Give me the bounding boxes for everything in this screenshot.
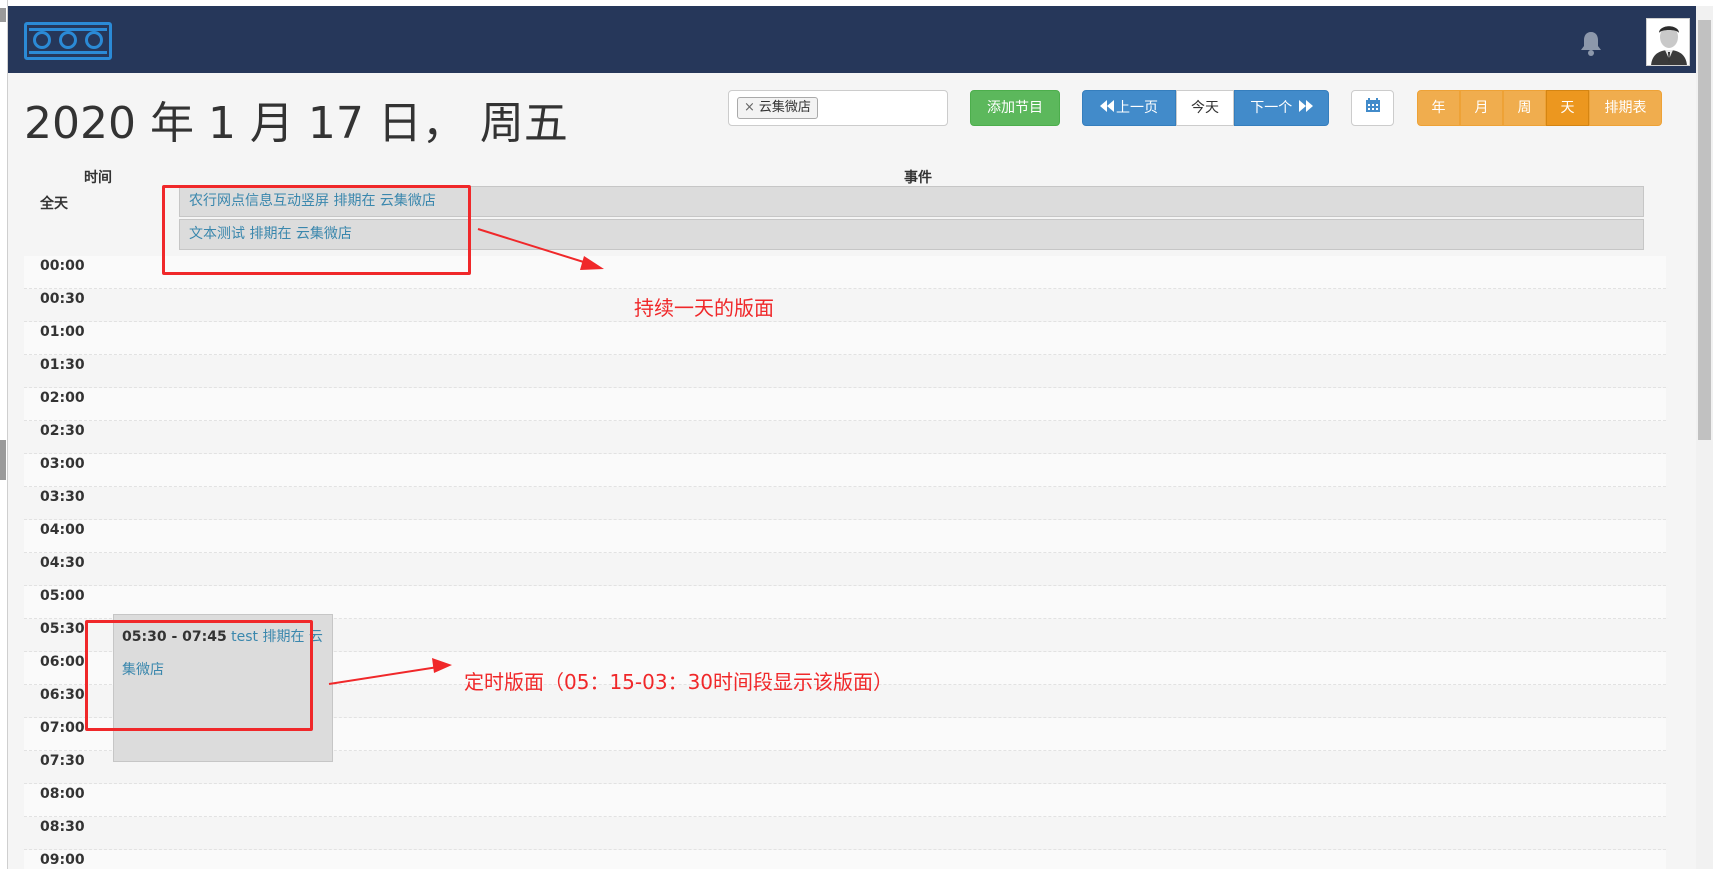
calendar-icon	[1365, 91, 1380, 125]
prev-label: 上一页	[1116, 100, 1158, 116]
time-slot-row[interactable]: 00:30	[24, 289, 1666, 322]
window-edge	[0, 0, 8, 869]
time-slot-label: 07:30	[40, 753, 85, 769]
time-slot-row[interactable]: 03:30	[24, 487, 1666, 520]
timed-highlight-box	[85, 620, 313, 731]
timed-annotation: 定时版面（05：15-03：30时间段显示该版面）	[464, 670, 894, 694]
bell-icon[interactable]	[1579, 30, 1603, 56]
time-slot-label: 04:30	[40, 555, 85, 571]
time-slot-label: 04:00	[40, 522, 85, 538]
time-slot-row[interactable]: 04:00	[24, 520, 1666, 553]
page-title: 2020 年 1 月 17 日， 周五	[24, 98, 568, 149]
vertical-scrollbar[interactable]	[1696, 6, 1713, 869]
time-slot-row[interactable]: 03:00	[24, 454, 1666, 487]
time-slot-row[interactable]: 02:00	[24, 388, 1666, 421]
time-slot-label: 01:30	[40, 357, 85, 373]
calendar-picker-button[interactable]	[1351, 90, 1394, 126]
today-button[interactable]: 今天	[1176, 90, 1234, 126]
next-label: 下一个	[1250, 100, 1293, 116]
events-column-header: 事件	[904, 170, 932, 186]
allday-highlight-box	[162, 185, 471, 275]
time-slot-label: 06:30	[40, 687, 85, 703]
time-slot-label: 09:00	[40, 852, 85, 868]
time-slot-label: 05:00	[40, 588, 85, 604]
time-slot-label: 02:30	[40, 423, 85, 439]
date-nav-group: 上一页 今天 下一个	[1082, 90, 1329, 126]
time-slot-row[interactable]: 08:30	[24, 817, 1666, 850]
prev-button[interactable]: 上一页	[1082, 90, 1176, 126]
view-switcher: 年 月 周 天 排期表	[1417, 90, 1662, 126]
time-slot-label: 08:00	[40, 786, 85, 802]
view-year-button[interactable]: 年	[1417, 90, 1460, 126]
filter-chip[interactable]: × 云集微店	[737, 97, 818, 119]
time-slot-label: 06:00	[40, 654, 85, 670]
top-navbar	[8, 6, 1696, 73]
time-slot-label: 08:30	[40, 819, 85, 835]
view-schedule-button[interactable]: 排期表	[1589, 90, 1662, 126]
time-column-header: 时间	[84, 170, 112, 186]
time-slot-label: 00:00	[40, 258, 85, 274]
view-day-button[interactable]: 天	[1546, 90, 1589, 126]
time-slot-label: 02:00	[40, 390, 85, 406]
app-window: 2020 年 1 月 17 日， 周五 × 云集微店 添加节目 上一页 今天 下一…	[0, 0, 1713, 869]
time-slot-label: 01:00	[40, 324, 85, 340]
scrollbar-thumb[interactable]	[1698, 20, 1711, 440]
view-week-button[interactable]: 周	[1503, 90, 1546, 126]
double-left-icon	[1100, 91, 1114, 125]
time-slot-row[interactable]: 09:00	[24, 850, 1666, 869]
user-avatar-icon[interactable]	[1646, 18, 1690, 66]
time-slot-label: 07:00	[40, 720, 85, 736]
time-slot-label: 00:30	[40, 291, 85, 307]
time-slot-row[interactable]: 02:30	[24, 421, 1666, 454]
filter-chip-label: 云集微店	[758, 100, 811, 115]
allday-annotation: 持续一天的版面	[634, 296, 774, 320]
time-slot-row[interactable]: 08:00	[24, 784, 1666, 817]
double-right-icon	[1298, 91, 1313, 125]
time-slot-label: 05:30	[40, 621, 85, 637]
time-slot-label: 03:00	[40, 456, 85, 472]
view-month-button[interactable]: 月	[1460, 90, 1503, 126]
chip-remove-icon[interactable]: ×	[744, 100, 755, 115]
allday-label: 全天	[40, 196, 68, 212]
time-slot-row[interactable]: 04:30	[24, 553, 1666, 586]
time-slot-label: 03:30	[40, 489, 85, 505]
logo[interactable]	[24, 22, 112, 60]
add-program-button[interactable]: 添加节目	[970, 90, 1060, 126]
time-slot-row[interactable]: 01:00	[24, 322, 1666, 355]
location-filter-input[interactable]: × 云集微店	[728, 90, 948, 126]
next-button[interactable]: 下一个	[1234, 90, 1329, 126]
time-slot-row[interactable]: 01:30	[24, 355, 1666, 388]
